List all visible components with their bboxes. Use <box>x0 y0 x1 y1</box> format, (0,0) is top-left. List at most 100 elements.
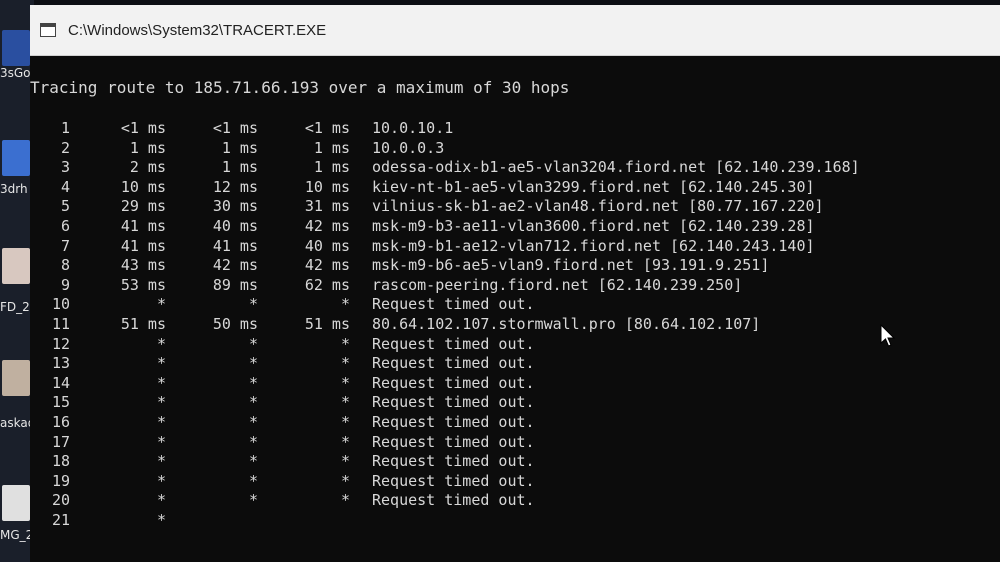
hop-time-2: 89 ms <box>212 275 258 294</box>
hop-host: 80.64.102.107.stormwall.pro [80.64.102.1… <box>372 314 761 333</box>
hop-time-1: 51 ms <box>120 314 166 333</box>
mouse-pointer-icon <box>880 324 896 347</box>
hop-time-3: * <box>340 491 350 510</box>
desktop-icon-1[interactable] <box>2 30 30 66</box>
hop-row: 3 2 ms 1 ms 1 ms odessa-odix-b1-ae5-vlan3204… <box>30 158 1000 178</box>
hop-time-2: * <box>248 412 258 431</box>
hop-time-1: * <box>156 393 166 412</box>
hop-time-2: * <box>248 373 258 392</box>
hop-time-2: * <box>248 295 258 314</box>
hop-number: 10 <box>51 295 70 314</box>
hop-time-3: <1 ms <box>304 119 350 137</box>
hop-number: 20 <box>51 491 70 510</box>
hop-time-1: 1 ms <box>129 138 166 157</box>
hop-number: 16 <box>51 412 70 431</box>
hop-time-2: * <box>248 452 258 471</box>
hop-time-3: * <box>340 334 350 353</box>
hop-time-1: 41 ms <box>120 216 166 235</box>
hop-time-2: * <box>248 334 258 353</box>
window-titlebar[interactable]: C:\Windows\System32\TRACERT.EXE <box>30 5 1000 56</box>
hop-row: 14 * * * Request timed out. <box>30 374 1000 394</box>
hop-number: 6 <box>60 216 70 235</box>
hop-host: Request timed out. <box>372 432 535 451</box>
hop-time-2: 1 ms <box>221 138 258 157</box>
hop-number: 8 <box>60 256 70 275</box>
hop-time-3: * <box>340 432 350 451</box>
hop-host: Request timed out. <box>372 393 535 412</box>
hop-time-3: * <box>340 412 350 431</box>
hop-time-2: * <box>248 432 258 451</box>
hop-host: Request timed out. <box>372 491 535 510</box>
hop-number: 14 <box>51 373 70 392</box>
hop-time-2: 42 ms <box>212 256 258 275</box>
console-output[interactable]: Tracing route to 185.71.66.193 over a ma… <box>30 56 1000 530</box>
hop-time-1: * <box>156 295 166 314</box>
hop-number: 13 <box>51 354 70 373</box>
hop-number: 18 <box>51 452 70 471</box>
hop-number: 19 <box>51 471 70 490</box>
hop-row: 10 * * * Request timed out. <box>30 295 1000 315</box>
desktop-icon-3[interactable] <box>2 248 30 284</box>
hop-time-3: * <box>340 354 350 373</box>
desktop-icon-3-label: FD_2 <box>0 300 30 314</box>
hop-host: 10.0.0.3 <box>372 138 445 157</box>
hop-row: 12 * * * Request timed out. <box>30 335 1000 355</box>
hop-list: 1 <1 ms <1 ms <1 ms 10.0.10.1 2 1 ms 1 ms 1 ms 10… <box>30 119 1000 530</box>
hop-time-2: 12 ms <box>212 177 258 196</box>
hop-time-2: 1 ms <box>221 158 258 177</box>
hop-time-2: * <box>248 471 258 490</box>
desktop-icons-strip: 3sGo 3drh FD_2 askad MG_2 <box>0 0 34 562</box>
desktop-icon-2[interactable] <box>2 140 30 176</box>
desktop-icon-4[interactable] <box>2 360 30 396</box>
hop-host <box>350 511 372 531</box>
hop-row: 17 * * * Request timed out. <box>30 433 1000 453</box>
hop-time-1: * <box>156 354 166 373</box>
hop-time-1: * <box>156 334 166 353</box>
hop-time-3: * <box>340 452 350 471</box>
hop-time-1: * <box>156 452 166 471</box>
hop-time-3: 31 ms <box>304 197 350 216</box>
hop-row: 6 41 ms 40 ms 42 ms msk-m9-b3-ae11-vlan3600.… <box>30 217 1000 237</box>
hop-time-2 <box>166 511 258 531</box>
hop-time-1: * <box>156 471 166 490</box>
hop-host: Request timed out. <box>372 471 535 490</box>
console-app-icon <box>40 23 56 37</box>
hop-host: msk-m9-b6-ae5-vlan9.fiord.net [93.191.9.… <box>372 256 770 275</box>
hop-host: odessa-odix-b1-ae5-vlan3204.fiord.net [6… <box>372 158 860 177</box>
hop-number: 1 <box>60 119 70 137</box>
hop-time-1: 10 ms <box>120 177 166 196</box>
hop-time-3: 1 ms <box>313 138 350 157</box>
desktop-icon-5[interactable] <box>2 485 30 521</box>
hop-time-3: 51 ms <box>304 314 350 333</box>
hop-host: 10.0.10.1 <box>372 119 454 137</box>
hop-row: 20 * * * Request timed out. <box>30 491 1000 511</box>
hop-time-1: 41 ms <box>120 236 166 255</box>
hop-row: 16 * * * Request timed out. <box>30 413 1000 433</box>
hop-time-3 <box>258 511 350 531</box>
hop-row: 8 43 ms 42 ms 42 ms msk-m9-b6-ae5-vlan9.fior… <box>30 256 1000 276</box>
hop-number: 5 <box>60 197 70 216</box>
hop-time-2: <1 ms <box>212 119 258 137</box>
hop-time-2: * <box>248 354 258 373</box>
hop-row: 9 53 ms 89 ms 62 ms rascom-peering.fiord.net… <box>30 276 1000 296</box>
desktop-icon-5-label: MG_2 <box>0 528 34 542</box>
hop-host: Request timed out. <box>372 295 535 314</box>
hop-time-1: * <box>156 510 166 529</box>
hop-row: 5 29 ms 30 ms 31 ms vilnius-sk-b1-ae2-vlan48… <box>30 197 1000 217</box>
hop-time-1: 2 ms <box>129 158 166 177</box>
hop-row: 7 41 ms 41 ms 40 ms msk-m9-b1-ae12-vlan712.f… <box>30 237 1000 257</box>
hop-time-3: 1 ms <box>313 158 350 177</box>
hop-host: Request timed out. <box>372 373 535 392</box>
hop-row: 15 * * * Request timed out. <box>30 393 1000 413</box>
hop-host: rascom-peering.fiord.net [62.140.239.250… <box>372 275 743 294</box>
hop-time-2: 30 ms <box>212 197 258 216</box>
hop-host: Request timed out. <box>372 354 535 373</box>
trace-header: Tracing route to 185.71.66.193 over a ma… <box>30 78 570 97</box>
hop-time-3: * <box>340 471 350 490</box>
hop-number: 7 <box>60 236 70 255</box>
hop-host: msk-m9-b1-ae12-vlan712.fiord.net [62.140… <box>372 236 815 255</box>
hop-time-3: * <box>340 295 350 314</box>
tracert-console-window[interactable]: C:\Windows\System32\TRACERT.EXE Tracing … <box>30 5 1000 562</box>
hop-host: Request timed out. <box>372 334 535 353</box>
desktop-icon-1-label: 3sGo <box>0 66 31 80</box>
